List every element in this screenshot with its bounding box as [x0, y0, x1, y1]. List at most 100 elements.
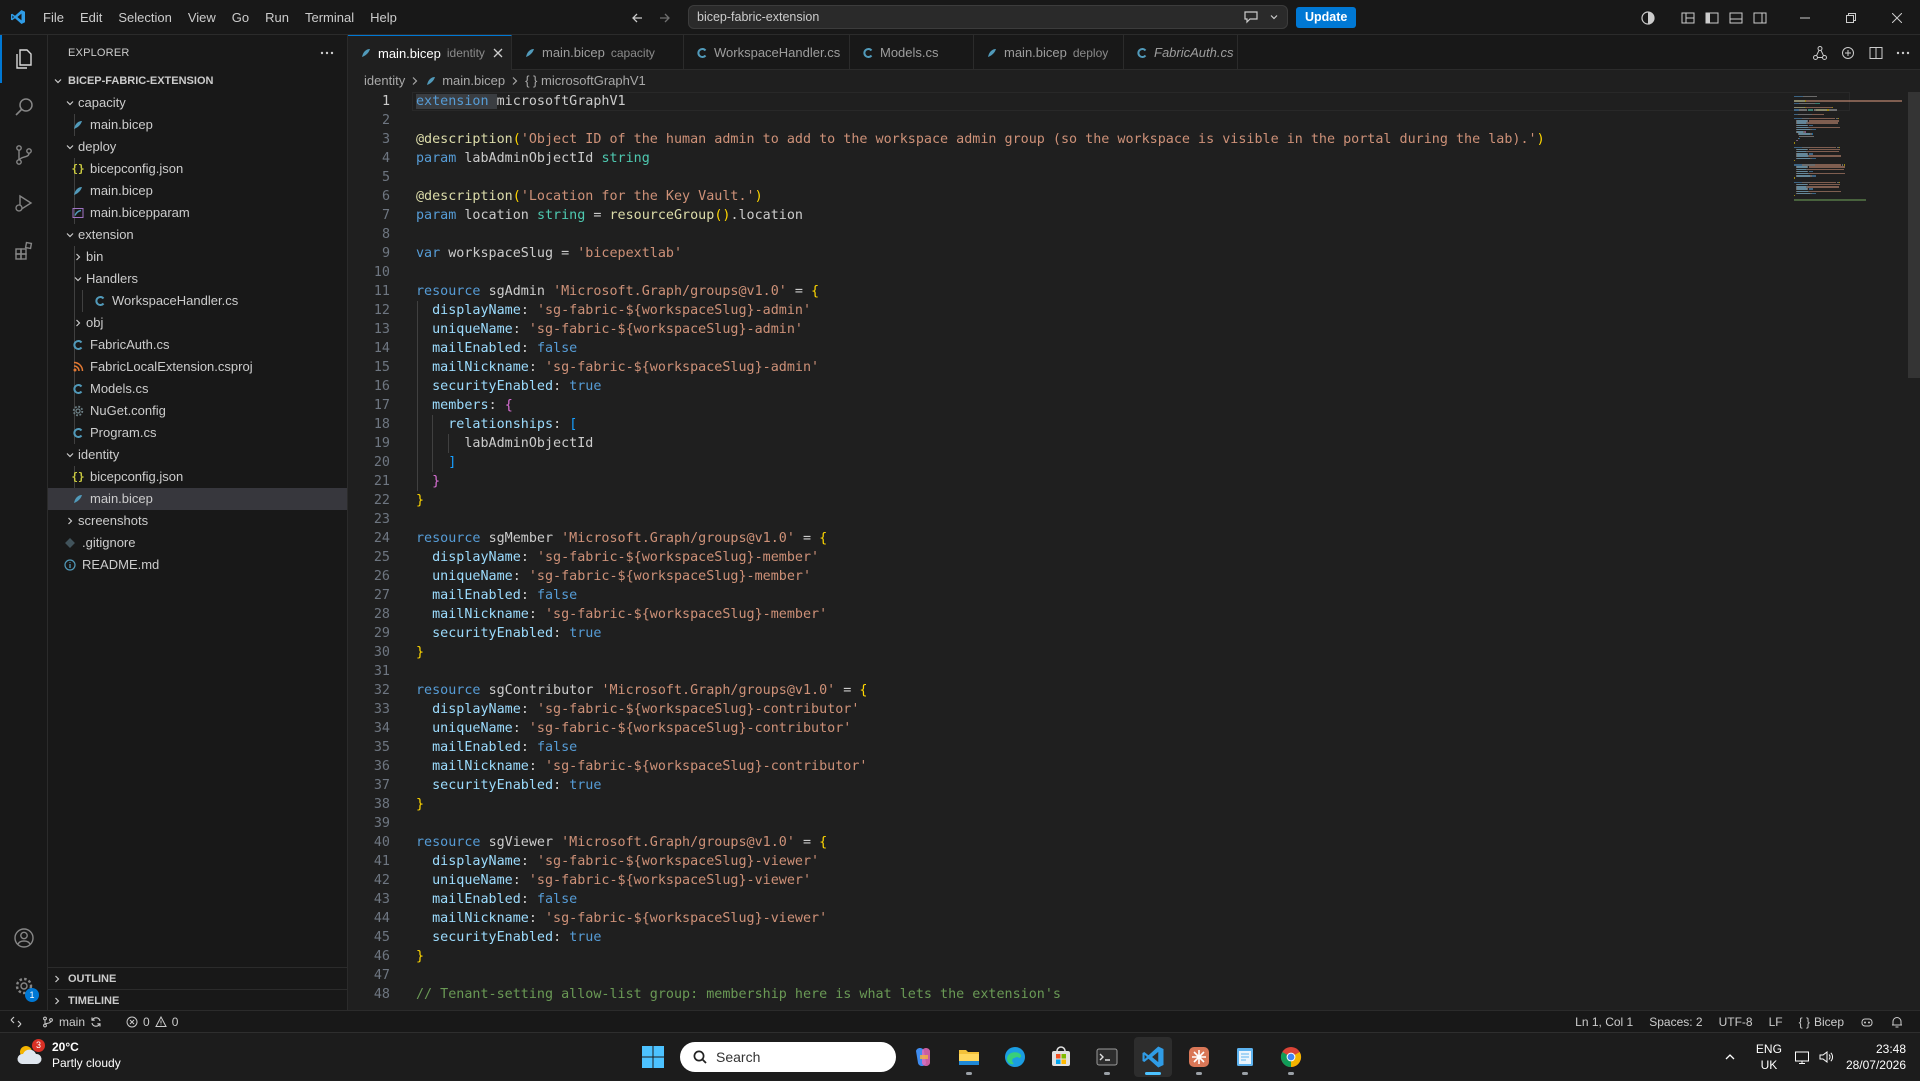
- editor-tab[interactable]: main.bicep identity: [348, 35, 512, 70]
- file-item[interactable]: {} bicepconfig.json: [48, 466, 347, 488]
- more-actions-icon[interactable]: [319, 51, 335, 55]
- sync-icon[interactable]: [90, 1016, 102, 1028]
- minimap[interactable]: [1788, 92, 1908, 1010]
- weather-widget[interactable]: 3 20°C Partly cloudy: [14, 1039, 121, 1071]
- file-item[interactable]: NuGet.config: [48, 400, 347, 422]
- chat-icon[interactable]: [1243, 10, 1259, 24]
- encoding[interactable]: UTF-8: [1711, 1015, 1761, 1029]
- code-line[interactable]: displayName: 'sg-fabric-${workspaceSlug}…: [416, 852, 819, 871]
- outline-section[interactable]: OUTLINE: [48, 967, 347, 989]
- taskbar-search-box[interactable]: Search: [680, 1042, 896, 1072]
- close-window-icon[interactable]: [1874, 0, 1920, 35]
- search-icon[interactable]: [0, 83, 48, 131]
- breadcrumb-folder[interactable]: identity: [364, 70, 405, 92]
- code-line[interactable]: resource sgMember 'Microsoft.Graph/group…: [416, 529, 827, 548]
- language-indicator[interactable]: ENG UK: [1748, 1041, 1790, 1073]
- code-line[interactable]: // Tenant-setting allow-list group: memb…: [416, 985, 1061, 1004]
- menu-help[interactable]: Help: [362, 0, 405, 35]
- code-line[interactable]: resource sgAdmin 'Microsoft.Graph/groups…: [416, 282, 819, 301]
- customize-layout-icon[interactable]: [1680, 10, 1696, 26]
- microsoft-store-icon[interactable]: [1042, 1037, 1080, 1077]
- menu-terminal[interactable]: Terminal: [297, 0, 362, 35]
- code-line[interactable]: mailNickname: 'sg-fabric-${workspaceSlug…: [416, 909, 827, 928]
- code-line[interactable]: var workspaceSlug = 'bicepextlab': [416, 244, 682, 263]
- chrome-browser-icon[interactable]: [1272, 1037, 1310, 1077]
- code-line[interactable]: mailNickname: 'sg-fabric-${workspaceSlug…: [416, 358, 819, 377]
- editor-tab[interactable]: main.bicep capacity: [512, 35, 684, 70]
- toggle-panel-icon[interactable]: [1728, 10, 1744, 26]
- clock[interactable]: 23:48 28/07/2026: [1838, 1041, 1920, 1073]
- code-line[interactable]: @description('Location for the Key Vault…: [416, 187, 763, 206]
- menu-go[interactable]: Go: [224, 0, 257, 35]
- file-item[interactable]: FabricLocalExtension.csproj: [48, 356, 347, 378]
- claude-app-icon[interactable]: [1180, 1037, 1218, 1077]
- branch-indicator[interactable]: main: [42, 1011, 102, 1033]
- folder-item[interactable]: obj: [48, 312, 347, 334]
- code-line[interactable]: mailNickname: 'sg-fabric-${workspaceSlug…: [416, 757, 867, 776]
- copilot-status-icon[interactable]: [1852, 1015, 1882, 1029]
- vscode-taskbar-icon[interactable]: [1134, 1037, 1172, 1077]
- code-line[interactable]: uniqueName: 'sg-fabric-${workspaceSlug}-…: [416, 320, 803, 339]
- code-line[interactable]: }: [416, 472, 440, 491]
- run-debug-icon[interactable]: [0, 179, 48, 227]
- editor-tab[interactable]: WorkspaceHandler.cs: [684, 35, 850, 70]
- file-item[interactable]: Program.cs: [48, 422, 347, 444]
- code-line[interactable]: mailEnabled: false: [416, 339, 577, 358]
- code-line[interactable]: param location string = resourceGroup().…: [416, 206, 803, 225]
- copilot-app-icon[interactable]: [904, 1037, 942, 1077]
- editor-tab[interactable]: FabricAuth.cs: [1124, 35, 1238, 70]
- accounts-icon[interactable]: [0, 914, 48, 962]
- back-arrow-icon[interactable]: [630, 11, 644, 25]
- file-item[interactable]: {} bicepconfig.json: [48, 158, 347, 180]
- code-line[interactable]: }: [416, 643, 424, 662]
- show-hidden-icons-chevron-icon[interactable]: [1712, 1051, 1748, 1063]
- file-item[interactable]: main.bicepparam: [48, 202, 347, 224]
- remote-indicator[interactable]: [10, 1011, 22, 1033]
- file-item[interactable]: WorkspaceHandler.cs: [48, 290, 347, 312]
- file-item[interactable]: main.bicep: [48, 180, 347, 202]
- network-icon[interactable]: [1790, 1049, 1814, 1065]
- folder-item[interactable]: identity: [48, 444, 347, 466]
- timeline-section[interactable]: TIMELINE: [48, 989, 347, 1011]
- code-line[interactable]: }: [416, 491, 424, 510]
- folder-item[interactable]: screenshots: [48, 510, 347, 532]
- code-line[interactable]: param labAdminObjectId string: [416, 149, 650, 168]
- code-line[interactable]: securityEnabled: true: [416, 624, 601, 643]
- folder-item[interactable]: Handlers: [48, 268, 347, 290]
- toggle-primary-sidebar-icon[interactable]: [1704, 10, 1720, 26]
- explorer-icon[interactable]: [0, 35, 48, 83]
- code-line[interactable]: uniqueName: 'sg-fabric-${workspaceSlug}-…: [416, 871, 811, 890]
- file-item[interactable]: .gitignore: [48, 532, 347, 554]
- menu-edit[interactable]: Edit: [72, 0, 110, 35]
- minimize-icon[interactable]: [1782, 0, 1828, 35]
- notifications-bell-icon[interactable]: [1882, 1015, 1912, 1029]
- folder-item[interactable]: deploy: [48, 136, 347, 158]
- file-item[interactable]: main.bicep: [48, 114, 347, 136]
- chevron-down-icon[interactable]: [1269, 12, 1279, 22]
- code-line[interactable]: displayName: 'sg-fabric-${workspaceSlug}…: [416, 700, 859, 719]
- code-line[interactable]: @description('Object ID of the human adm…: [416, 130, 1545, 149]
- close-tab-icon[interactable]: [493, 48, 503, 58]
- volume-icon[interactable]: [1814, 1049, 1838, 1065]
- language-mode[interactable]: { } Bicep: [1791, 1015, 1852, 1029]
- breadcrumb-symbol[interactable]: { } microsoftGraphV1: [525, 70, 646, 92]
- editor-tab[interactable]: main.bicep deploy: [974, 35, 1124, 70]
- cursor-position[interactable]: Ln 1, Col 1: [1567, 1015, 1641, 1029]
- code-line[interactable]: securityEnabled: true: [416, 377, 601, 396]
- extensions-icon[interactable]: [0, 227, 48, 275]
- workspace-root[interactable]: BICEP-FABRIC-EXTENSION: [48, 70, 347, 92]
- menu-run[interactable]: Run: [257, 0, 297, 35]
- code-line[interactable]: relationships: [: [416, 415, 577, 434]
- code-line[interactable]: members: {: [416, 396, 513, 415]
- source-control-icon[interactable]: [0, 131, 48, 179]
- code-line[interactable]: resource sgViewer 'Microsoft.Graph/group…: [416, 833, 827, 852]
- end-of-line[interactable]: LF: [1761, 1015, 1791, 1029]
- code-editor[interactable]: 1 extension microsoftGraphV1 2 3 @descriptio…: [348, 92, 1920, 1010]
- folder-item[interactable]: bin: [48, 246, 347, 268]
- code-line[interactable]: securityEnabled: true: [416, 928, 601, 947]
- code-line[interactable]: extension microsoftGraphV1: [416, 92, 626, 111]
- split-editor-icon[interactable]: [1868, 45, 1884, 61]
- code-line[interactable]: securityEnabled: true: [416, 776, 601, 795]
- problems-indicator[interactable]: 0 0: [126, 1011, 178, 1033]
- copilot-icon[interactable]: [1640, 10, 1656, 26]
